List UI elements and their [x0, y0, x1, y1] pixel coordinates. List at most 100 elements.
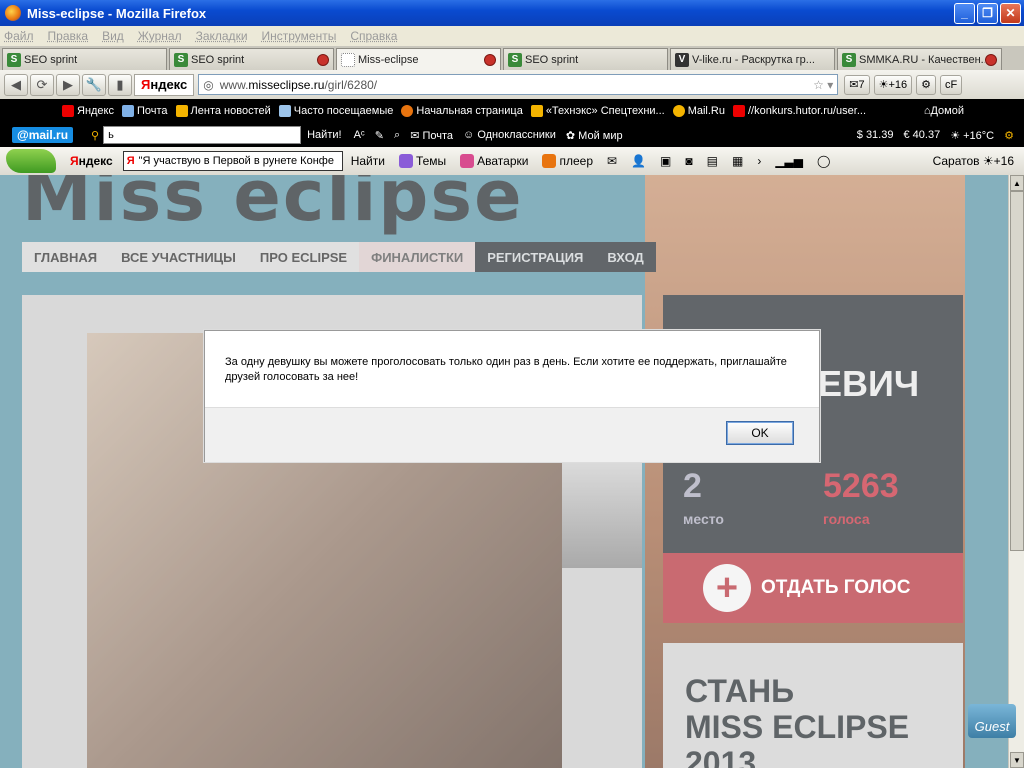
menu-view[interactable]: Вид: [102, 29, 124, 43]
reload-icon[interactable]: ⟳: [30, 73, 54, 96]
tab-bar: S SEO sprint S SEO sprint Miss-eclipse S SE…: [0, 46, 1024, 70]
yabar-weather[interactable]: Саратов ☀+16: [933, 154, 1014, 168]
bookmark-start-page[interactable]: Начальная страница: [401, 105, 523, 117]
bookmark-news-feed[interactable]: Лента новостей: [175, 105, 271, 117]
ok-button[interactable]: OK: [726, 421, 794, 445]
back-arrow-icon[interactable]: ◀: [4, 73, 28, 96]
heart-icon: [398, 154, 413, 168]
mailru-link-my-world[interactable]: ✿ Мой мир: [566, 129, 623, 142]
close-tab-icon[interactable]: [484, 53, 496, 66]
avatars-button[interactable]: Аватарки: [460, 154, 528, 168]
site-identity-icon: ◎: [203, 77, 214, 92]
envelope-icon: ✉: [849, 79, 859, 91]
rate-usd[interactable]: $ 31.39: [857, 129, 894, 142]
settings-gear-icon[interactable]: ⚙: [1004, 129, 1014, 142]
menu-edit[interactable]: Правка: [48, 29, 89, 43]
scroll-thumb[interactable]: [1010, 191, 1024, 551]
alert-message: За одну девушку вы можете проголосовать …: [225, 356, 787, 383]
bookmark-mail[interactable]: Почта: [122, 105, 168, 117]
tab-seo-sprint-3[interactable]: S SEO sprint: [503, 48, 668, 70]
bookmark-home[interactable]: ⌂ Домой: [924, 105, 964, 117]
mailru-search-input[interactable]: ь: [103, 126, 302, 144]
url-text: www.misseclipse.ru/girl/6280/: [219, 77, 378, 92]
rate-eur[interactable]: € 40.37: [903, 129, 940, 142]
minimize-button[interactable]: _: [954, 2, 975, 24]
mailru-link-odnoklassniki[interactable]: ☺ Одноклассники: [463, 129, 556, 141]
forward-arrow-icon[interactable]: ▶: [56, 73, 80, 96]
yabar-doc-icon[interactable]: ▦: [732, 154, 743, 168]
scroll-up-icon[interactable]: ▲: [1010, 175, 1024, 191]
menu-file[interactable]: Файл: [4, 29, 34, 43]
yandex-bar-logo[interactable]: Яндекс: [70, 154, 113, 168]
menu-history[interactable]: Журнал: [138, 29, 182, 43]
yabar-photo-icon[interactable]: ▣: [660, 154, 671, 168]
yabar-chat-icon[interactable]: ◯: [817, 154, 830, 168]
yandex-logo-button[interactable]: Яндекс: [134, 73, 195, 96]
yabar-camera-icon[interactable]: ◙: [685, 154, 692, 168]
firefox-icon: [401, 105, 414, 117]
close-tab-icon[interactable]: [985, 53, 997, 66]
bookmark-technex[interactable]: «Технэкс» Спецтехни...: [530, 105, 665, 117]
tab-miss-eclipse[interactable]: Miss-eclipse: [336, 48, 501, 70]
yabar-mail-icon[interactable]: ✉: [607, 154, 617, 168]
addon-icon[interactable]: ⚙: [916, 74, 937, 95]
menu-tools[interactable]: Инструменты: [262, 29, 337, 43]
maximize-button[interactable]: ❐: [977, 2, 998, 24]
player-button[interactable]: плеер: [542, 154, 593, 168]
menu-help[interactable]: Справка: [350, 29, 397, 43]
cf-addon-icon[interactable]: cF: [940, 74, 963, 95]
seo-sprint-favicon: S: [508, 52, 522, 67]
firefox-icon: [5, 5, 21, 21]
tab-label: SMMKA.RU - Качествен...: [859, 53, 985, 66]
rss-icon: [175, 105, 188, 117]
alert-footer: OK: [205, 407, 819, 462]
close-tab-icon[interactable]: [317, 53, 329, 66]
bookmark-most-visited[interactable]: Часто посещаемые: [278, 105, 393, 117]
wrench-icon[interactable]: 🔧: [82, 73, 106, 96]
menu-bookmarks[interactable]: Закладки: [196, 29, 248, 43]
yandex-search-input[interactable]: Я "Я участвую в Первой в рунете Конфе: [122, 151, 343, 171]
url-bar[interactable]: ◎ www.misseclipse.ru/girl/6280/ ☆ ▾: [198, 74, 839, 95]
tab-seo-sprint-2[interactable]: S SEO sprint: [169, 48, 334, 70]
tab-label: SEO sprint: [191, 53, 245, 66]
mail-counter-button[interactable]: ✉ 7: [844, 74, 870, 95]
scroll-down-icon[interactable]: ▼: [1010, 752, 1024, 768]
mailru-link-mail[interactable]: ✉ Почта: [410, 129, 453, 142]
stats-icon[interactable]: ▮: [108, 73, 132, 96]
tab-label: Miss-eclipse: [358, 53, 419, 66]
yabar-film-icon[interactable]: ▤: [707, 154, 718, 168]
window-titlebar: Miss-eclipse - Mozilla Firefox _ ❐ ✕: [0, 0, 1024, 26]
guest-badge[interactable]: Guest: [968, 704, 1016, 738]
bookmark-star-icon[interactable]: ☆ ▾: [813, 78, 833, 92]
highlight-icon[interactable]: ✎: [375, 129, 384, 142]
bookmark-mailru[interactable]: Mail.Ru: [672, 105, 725, 117]
close-window-button[interactable]: ✕: [1000, 2, 1021, 24]
tab-smmka[interactable]: S SMMKA.RU - Качествен...: [837, 48, 1002, 70]
themes-button[interactable]: Темы: [398, 154, 446, 168]
menu-bar: Файл Правка Вид Журнал Закладки Инструме…: [0, 26, 1024, 46]
yabar-more-icon[interactable]: ›: [757, 154, 761, 168]
yandex-find-button[interactable]: Найти: [351, 154, 385, 168]
mailru-logo[interactable]: @mail.ru: [12, 127, 74, 143]
search-lens-icon: ⚲: [91, 129, 100, 142]
yandex-bar: Яндекс Я "Я участвую в Первой в рунете Ко…: [0, 147, 1024, 175]
mail-icon: [122, 105, 134, 117]
mailru-search-button[interactable]: Найти!: [307, 129, 341, 141]
weather-temp[interactable]: ☀ +16°C: [950, 129, 994, 142]
tab-seo-sprint-1[interactable]: S SEO sprint: [2, 48, 167, 70]
page-scrollbar[interactable]: ▲ ▼: [1008, 175, 1024, 768]
zoom-icon[interactable]: ⌕: [394, 129, 400, 142]
bookmark-konkurs[interactable]: //konkurs.hutor.ru/user...: [733, 105, 866, 117]
yabar-people-icon[interactable]: 👤: [631, 154, 646, 168]
tab-vlike[interactable]: V V-like.ru - Раскрутка гр...: [670, 48, 835, 70]
yandex-logo-text: ндекс: [150, 77, 188, 92]
chameleon-logo-icon: [6, 149, 56, 173]
folder-icon: [278, 105, 291, 117]
weather-button[interactable]: ☀ +16: [873, 74, 913, 95]
yabar-signal-icon: ▁▃▅: [775, 154, 803, 168]
smmka-favicon: S: [842, 52, 856, 67]
yandex-icon: [62, 105, 74, 117]
font-size-icon[interactable]: Aᶜ: [354, 129, 365, 141]
home-icon: ⌂: [923, 105, 931, 117]
bookmark-yandex[interactable]: Яндекс: [62, 105, 114, 117]
